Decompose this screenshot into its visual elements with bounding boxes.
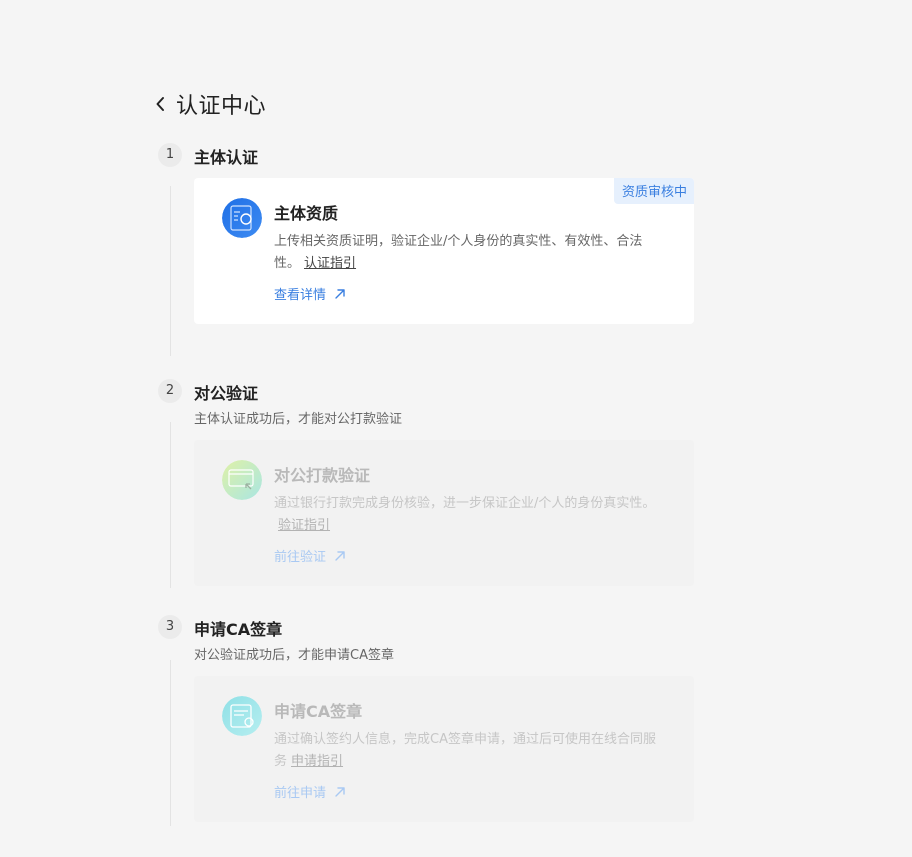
card-corporate-transfer: 对公打款验证 通过银行打款完成身份核验，进一步保证企业/个人的身份真实性。验证指… <box>194 440 694 586</box>
card-description: 上传相关资质证明，验证企业/个人身份的真实性、有效性、合法性。 认证指引 <box>274 231 666 275</box>
guide-link[interactable]: 申请指引 <box>291 754 343 769</box>
step-number: 2 <box>158 379 182 403</box>
view-details-link[interactable]: 查看详情 <box>274 284 346 303</box>
step-connector <box>170 422 171 588</box>
step-connector <box>170 186 171 356</box>
step-number: 3 <box>158 615 182 639</box>
step-title: 主体认证 <box>194 148 259 167</box>
arrow-up-right-icon <box>334 786 346 798</box>
bank-card-icon <box>222 460 262 500</box>
step-subtitle: 对公验证成功后，才能申请CA签章 <box>194 648 394 663</box>
card-title: 申请CA签章 <box>274 702 363 721</box>
action-label: 前往申请 <box>274 786 327 801</box>
card-description-text: 通过银行打款完成身份核验，进一步保证企业/个人的身份真实性。 <box>274 496 656 511</box>
action-label: 前往验证 <box>274 550 327 565</box>
step-title: 对公验证 <box>194 384 259 403</box>
action-label: 查看详情 <box>274 288 327 303</box>
step-number: 1 <box>158 143 182 167</box>
arrow-up-right-icon <box>334 550 346 562</box>
card-description: 通过银行打款完成身份核验，进一步保证企业/个人的身份真实性。验证指引 <box>274 493 666 537</box>
guide-link[interactable]: 认证指引 <box>304 256 356 271</box>
certificate-icon <box>222 696 262 736</box>
page-header: 认证中心 <box>154 88 266 120</box>
card-description: 通过确认签约人信息，完成CA签章申请，通过后可使用在线合同服务 申请指引 <box>274 729 666 773</box>
back-arrow-icon[interactable] <box>154 94 170 114</box>
step-subtitle: 主体认证成功后，才能对公打款验证 <box>194 412 403 427</box>
step-connector <box>170 660 171 826</box>
id-document-icon <box>222 198 262 238</box>
card-ca-seal: 申请CA签章 通过确认签约人信息，完成CA签章申请，通过后可使用在线合同服务 申请… <box>194 676 694 822</box>
card-title: 对公打款验证 <box>274 466 371 485</box>
step-title: 申请CA签章 <box>194 620 283 639</box>
guide-link[interactable]: 验证指引 <box>278 518 330 533</box>
go-verify-link[interactable]: 前往验证 <box>274 546 346 565</box>
card-title: 主体资质 <box>274 204 339 223</box>
arrow-up-right-icon <box>334 288 346 300</box>
go-apply-link[interactable]: 前往申请 <box>274 782 346 801</box>
page-title: 认证中心 <box>176 94 267 119</box>
status-badge: 资质审核中 <box>613 178 694 204</box>
card-subject-qualification: 资质审核中 主体资质 上传相关资质证明，验证企业/个人身份的真实性、有效性、合法… <box>194 178 694 324</box>
